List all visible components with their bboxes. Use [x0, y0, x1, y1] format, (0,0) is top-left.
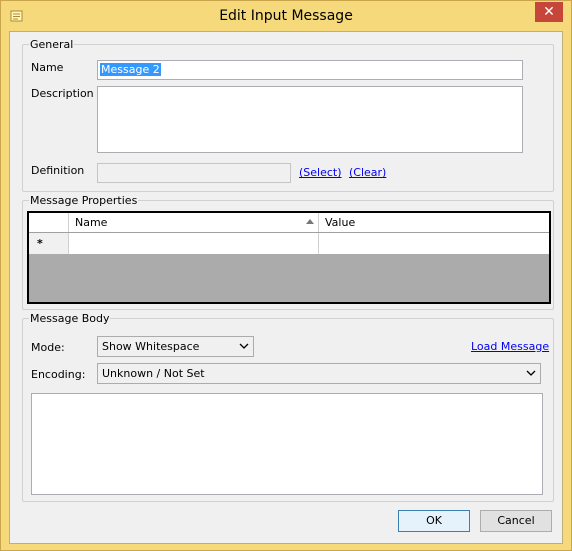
chevron-down-icon [526, 368, 536, 378]
mode-select[interactable]: Show Whitespace [97, 336, 254, 357]
message-body-editor[interactable] [31, 393, 543, 495]
dialog-window: Edit Input Message ✕ General Name Messag… [0, 0, 572, 551]
name-field[interactable]: Message 2 [97, 60, 523, 80]
encoding-select-value: Unknown / Not Set [102, 367, 205, 380]
close-icon: ✕ [543, 4, 555, 20]
general-group: General Name Message 2 Description Defin… [22, 38, 554, 192]
name-label: Name [31, 61, 64, 74]
new-row-name-cell[interactable] [69, 233, 319, 254]
chevron-down-icon [239, 341, 249, 351]
new-row[interactable]: * [29, 233, 549, 254]
clear-definition-link[interactable]: (Clear) [349, 166, 386, 179]
window-title: Edit Input Message [219, 8, 353, 24]
description-field[interactable] [97, 86, 523, 153]
description-label: Description [31, 87, 94, 100]
mode-label: Mode: [31, 341, 65, 354]
select-definition-link[interactable]: (Select) [299, 166, 342, 179]
message-properties-group: Message Properties Name Value * [22, 194, 554, 310]
sort-ascending-icon [306, 219, 314, 224]
definition-label: Definition [31, 164, 85, 177]
dialog-client-area: General Name Message 2 Description Defin… [9, 31, 563, 544]
row-header-corner [29, 213, 69, 232]
ok-button[interactable]: OK [398, 510, 470, 532]
encoding-label: Encoding: [31, 368, 86, 381]
definition-field [97, 163, 291, 183]
column-header-name[interactable]: Name [69, 213, 319, 232]
encoding-select[interactable]: Unknown / Not Set [97, 363, 541, 384]
column-header-value-label: Value [325, 216, 356, 229]
grid-header-row: Name Value [29, 213, 549, 233]
new-row-marker: * [29, 233, 69, 254]
cancel-button[interactable]: Cancel [480, 510, 552, 532]
message-body-group-title: Message Body [29, 312, 111, 325]
message-body-group: Message Body Mode: Show Whitespace Load … [22, 312, 554, 502]
properties-grid[interactable]: Name Value * [27, 211, 551, 304]
title-bar[interactable]: Edit Input Message ✕ [1, 1, 571, 31]
column-header-value[interactable]: Value [319, 213, 549, 232]
close-button[interactable]: ✕ [535, 2, 563, 22]
column-header-name-label: Name [75, 216, 108, 229]
name-field-value: Message 2 [100, 63, 161, 76]
mode-select-value: Show Whitespace [102, 340, 200, 353]
message-properties-group-title: Message Properties [29, 194, 139, 207]
load-message-link[interactable]: Load Message [471, 340, 549, 353]
general-group-title: General [29, 38, 75, 51]
new-row-value-cell[interactable] [319, 233, 549, 254]
